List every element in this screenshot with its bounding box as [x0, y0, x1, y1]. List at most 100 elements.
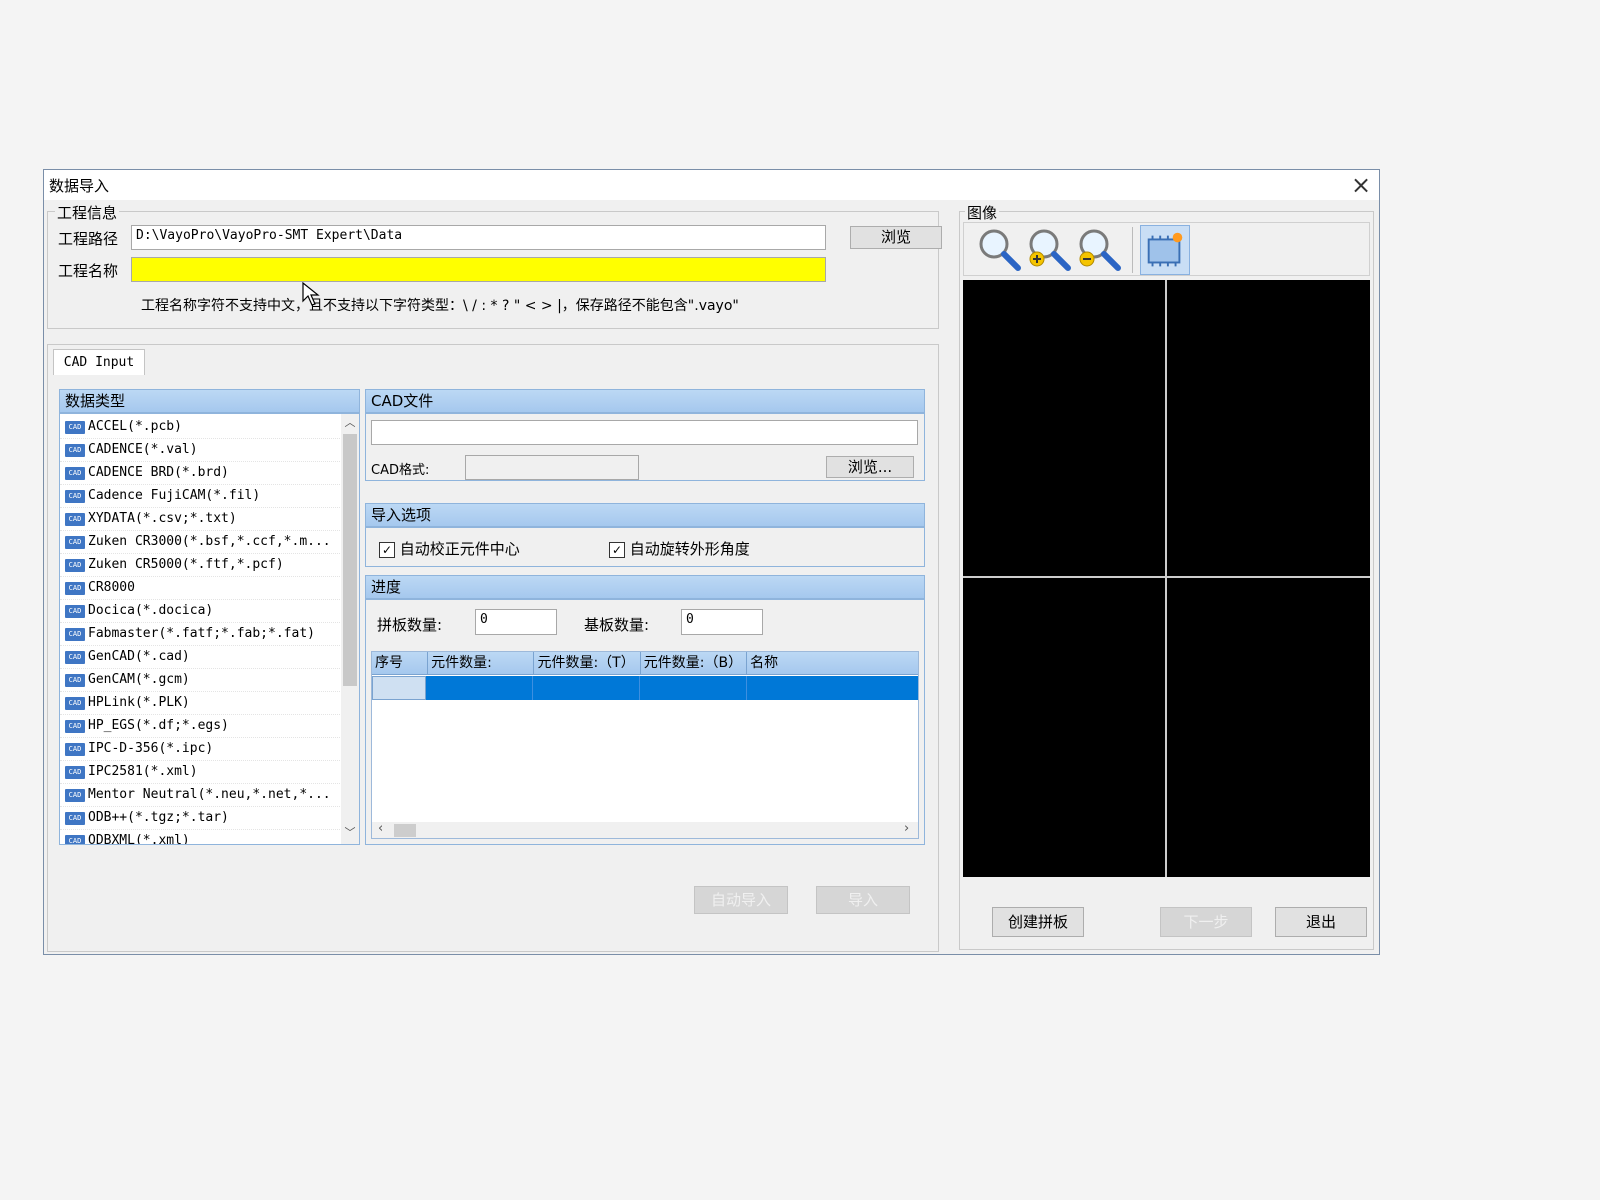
zoom-icon[interactable]	[974, 225, 1024, 275]
list-item[interactable]: CAD CADENCE BRD(*.brd)	[60, 462, 340, 485]
zoom-in-icon[interactable]	[1024, 225, 1074, 275]
project-path-label: 工程路径	[58, 230, 119, 248]
h-scroll-thumb[interactable]	[394, 824, 416, 837]
list-item[interactable]: CAD CR8000	[60, 577, 340, 600]
import-options-header: 导入选项	[365, 503, 925, 527]
exit-button[interactable]: 退出	[1275, 907, 1367, 937]
list-item-label: GenCAD(*.cad)	[88, 649, 190, 664]
list-item-label: Zuken CR5000(*.ftf,*.pcf)	[88, 557, 284, 572]
cad-file-icon: CAD	[65, 673, 85, 687]
list-item[interactable]: CAD Zuken CR3000(*.bsf,*.ccf,*.m...	[60, 531, 340, 554]
image-group-title: 图像	[965, 202, 1000, 223]
zoom-out-icon[interactable]	[1074, 225, 1124, 275]
list-item-label: ACCEL(*.pcb)	[88, 419, 182, 434]
col-count[interactable]: 元件数量:	[428, 652, 535, 674]
cad-file-icon: CAD	[65, 489, 85, 503]
list-item[interactable]: CAD Mentor Neutral(*.neu,*.net,*...	[60, 784, 340, 807]
col-name[interactable]: 名称	[747, 652, 918, 674]
list-item[interactable]: CAD Fabmaster(*.fatf;*.fab;*.fat)	[60, 623, 340, 646]
list-item[interactable]: CAD ACCEL(*.pcb)	[60, 416, 340, 439]
cursor-icon	[302, 282, 320, 306]
cad-file-icon: CAD	[65, 581, 85, 595]
progress-table: 序号 元件数量: 元件数量:（T） 元件数量:（B） 名称 ‹ ›	[371, 651, 919, 839]
list-item-label: CADENCE(*.val)	[88, 442, 198, 457]
list-item[interactable]: CAD IPC-D-356(*.ipc)	[60, 738, 340, 761]
cad-format-field[interactable]	[465, 455, 639, 480]
list-item[interactable]: CAD HP_EGS(*.df;*.egs)	[60, 715, 340, 738]
row-cell[interactable]	[426, 676, 533, 700]
list-item[interactable]: CAD XYDATA(*.csv;*.txt)	[60, 508, 340, 531]
data-import-dialog: 数据导入 × 工程信息 工程路径 D:\VayoPro\VayoPro-SMT …	[43, 169, 1380, 955]
cad-browse-button[interactable]: 浏览...	[826, 456, 914, 478]
list-item[interactable]: CAD Docica(*.docica)	[60, 600, 340, 623]
list-item-label: Mentor Neutral(*.neu,*.net,*...	[88, 787, 331, 802]
list-item[interactable]: CAD GenCAD(*.cad)	[60, 646, 340, 669]
crosshair-vertical	[1165, 280, 1167, 877]
auto-center-option[interactable]: ✓ 自动校正元件中心	[379, 538, 520, 559]
col-count-bottom[interactable]: 元件数量:（B）	[641, 652, 748, 674]
title-bar: 数据导入 ×	[44, 170, 1379, 200]
row-cell[interactable]	[747, 676, 918, 700]
cad-file-icon: CAD	[65, 742, 85, 756]
list-item[interactable]: CAD ODB++(*.tgz;*.tar)	[60, 807, 340, 830]
list-item[interactable]: CAD ODBXML(*.xml)	[60, 830, 340, 845]
board-icon[interactable]	[1140, 225, 1190, 275]
crosshair-horizontal	[963, 576, 1370, 578]
scroll-up-icon[interactable]: ︿	[341, 414, 359, 432]
cad-file-input[interactable]	[371, 420, 918, 445]
scroll-thumb[interactable]	[343, 434, 357, 686]
cad-file-icon: CAD	[65, 650, 85, 664]
list-item-label: IPC-D-356(*.ipc)	[88, 741, 214, 756]
list-item[interactable]: CAD Zuken CR5000(*.ftf,*.pcf)	[60, 554, 340, 577]
data-type-scrollbar[interactable]: ︿ ﹀	[341, 414, 359, 844]
list-item-label: HPLink(*.PLK)	[88, 695, 190, 710]
image-preview-canvas[interactable]	[963, 280, 1370, 877]
data-type-list[interactable]: CAD ACCEL(*.pcb) CAD CADENCE(*.val) CAD CADEN…	[59, 413, 360, 845]
panel-count-label: 拼板数量:	[377, 616, 443, 634]
col-count-top[interactable]: 元件数量:（T）	[534, 652, 641, 674]
list-item-label: GenCAM(*.gcm)	[88, 672, 190, 687]
close-icon[interactable]: ×	[1344, 170, 1378, 200]
base-count-input[interactable]: 0	[681, 609, 763, 635]
cad-file-icon: CAD	[65, 834, 85, 844]
auto-rotate-option[interactable]: ✓ 自动旋转外形角度	[609, 538, 750, 559]
table-h-scrollbar[interactable]: ‹ ›	[372, 821, 918, 838]
project-browse-button[interactable]: 浏览	[850, 226, 942, 249]
scroll-down-icon[interactable]: ﹀	[341, 824, 359, 842]
project-name-input[interactable]	[131, 257, 826, 282]
project-path-input[interactable]: D:\VayoPro\VayoPro-SMT Expert\Data	[131, 225, 826, 250]
auto-rotate-checkbox[interactable]: ✓	[609, 541, 625, 558]
table-row[interactable]	[372, 676, 918, 700]
window-title: 数据导入	[49, 177, 110, 195]
cad-file-icon: CAD	[65, 627, 85, 641]
panel-count-input[interactable]: 0	[475, 609, 557, 635]
next-button[interactable]: 下一步	[1160, 907, 1252, 937]
row-cell[interactable]	[533, 676, 640, 700]
scroll-left-icon[interactable]: ‹	[378, 821, 383, 836]
list-item-label: HP_EGS(*.df;*.egs)	[88, 718, 229, 733]
list-item-label: IPC2581(*.xml)	[88, 764, 198, 779]
list-item[interactable]: CAD GenCAM(*.gcm)	[60, 669, 340, 692]
auto-import-button[interactable]: 自动导入	[694, 886, 788, 914]
list-item[interactable]: CAD CADENCE(*.val)	[60, 439, 340, 462]
cad-file-icon: CAD	[65, 443, 85, 457]
create-panel-button[interactable]: 创建拼板	[992, 907, 1084, 937]
col-index[interactable]: 序号	[372, 652, 429, 674]
project-info-title: 工程信息	[55, 202, 120, 223]
project-name-hint: 工程名称字符不支持中文，且不支持以下字符类型：\ / : * ? " < > |…	[141, 298, 739, 314]
row-cell[interactable]	[640, 676, 747, 700]
cad-file-icon: CAD	[65, 558, 85, 572]
row-index-cell[interactable]	[372, 676, 426, 700]
list-item[interactable]: CAD HPLink(*.PLK)	[60, 692, 340, 715]
list-item-label: Cadence FujiCAM(*.fil)	[88, 488, 261, 503]
list-item-label: ODBXML(*.xml)	[88, 833, 190, 845]
list-item[interactable]: CAD Cadence FujiCAM(*.fil)	[60, 485, 340, 508]
tab-cad-input[interactable]: CAD Input	[53, 349, 145, 375]
cad-file-icon: CAD	[65, 604, 85, 618]
auto-center-checkbox[interactable]: ✓	[379, 541, 395, 558]
import-button[interactable]: 导入	[816, 886, 910, 914]
list-item[interactable]: CAD IPC2581(*.xml)	[60, 761, 340, 784]
scroll-right-icon[interactable]: ›	[904, 821, 909, 836]
cad-file-icon: CAD	[65, 512, 85, 526]
image-toolbar	[963, 222, 1370, 276]
